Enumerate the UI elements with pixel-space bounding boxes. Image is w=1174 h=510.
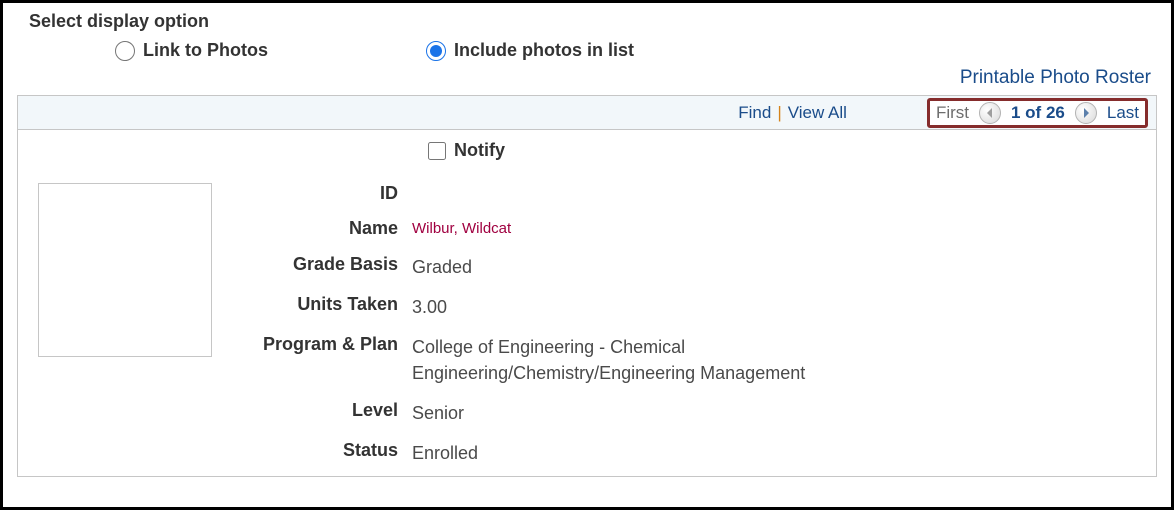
- radio-include-photos-input[interactable]: [426, 41, 446, 61]
- field-name: Name Wilbur, Wildcat: [212, 218, 1142, 240]
- page-section-title: Select display option: [17, 11, 1157, 32]
- display-option-row: Link to Photos Include photos in list: [17, 40, 1157, 61]
- find-link[interactable]: Find: [738, 103, 771, 123]
- label-id: ID: [212, 183, 412, 204]
- radio-link-to-photos[interactable]: Link to Photos: [115, 40, 268, 61]
- notify-row: Notify: [428, 140, 1142, 161]
- student-body: ID Name Wilbur, Wildcat Grade Basis Grad…: [32, 181, 1142, 466]
- toolbar-divider: |: [777, 103, 781, 123]
- label-level: Level: [212, 400, 412, 421]
- value-level: Senior: [412, 400, 464, 426]
- student-photo-placeholder: [38, 183, 212, 357]
- printable-photo-roster-link[interactable]: Printable Photo Roster: [960, 67, 1151, 88]
- pager-counter: 1 of 26: [1011, 103, 1065, 123]
- label-name: Name: [212, 218, 412, 239]
- pager-prev-icon: [979, 102, 1001, 124]
- label-status: Status: [212, 440, 412, 461]
- pager: First 1 of 26 Last: [927, 98, 1148, 128]
- value-name-link[interactable]: Wilbur, Wildcat: [412, 218, 511, 240]
- radio-include-photos-label: Include photos in list: [454, 40, 634, 61]
- pager-first[interactable]: First: [936, 103, 969, 123]
- view-all-link[interactable]: View All: [788, 103, 847, 123]
- radio-link-to-photos-label: Link to Photos: [143, 40, 268, 61]
- field-status: Status Enrolled: [212, 440, 1142, 466]
- label-grade-basis: Grade Basis: [212, 254, 412, 275]
- value-units-taken: 3.00: [412, 294, 447, 320]
- radio-include-photos[interactable]: Include photos in list: [426, 40, 634, 61]
- student-fields: ID Name Wilbur, Wildcat Grade Basis Grad…: [212, 183, 1142, 466]
- printable-roster-row: Printable Photo Roster: [17, 67, 1151, 89]
- value-program-plan: College of Engineering - Chemical Engine…: [412, 334, 842, 386]
- field-units-taken: Units Taken 3.00: [212, 294, 1142, 320]
- pager-last[interactable]: Last: [1107, 103, 1139, 123]
- field-level: Level Senior: [212, 400, 1142, 426]
- notify-checkbox[interactable]: [428, 142, 446, 160]
- field-id: ID: [212, 183, 1142, 204]
- value-grade-basis: Graded: [412, 254, 472, 280]
- value-status: Enrolled: [412, 440, 478, 466]
- student-grid: Find | View All First 1 of 26 Last Notif…: [17, 95, 1157, 477]
- label-units-taken: Units Taken: [212, 294, 412, 315]
- label-program-plan: Program & Plan: [212, 334, 412, 355]
- notify-label: Notify: [454, 140, 505, 161]
- radio-link-to-photos-input[interactable]: [115, 41, 135, 61]
- grid-content: Notify ID Name Wilbur, Wildcat Grade Bas…: [18, 130, 1156, 476]
- grid-toolbar: Find | View All First 1 of 26 Last: [18, 96, 1156, 130]
- field-grade-basis: Grade Basis Graded: [212, 254, 1142, 280]
- field-program-plan: Program & Plan College of Engineering - …: [212, 334, 1142, 386]
- pager-next-icon[interactable]: [1075, 102, 1097, 124]
